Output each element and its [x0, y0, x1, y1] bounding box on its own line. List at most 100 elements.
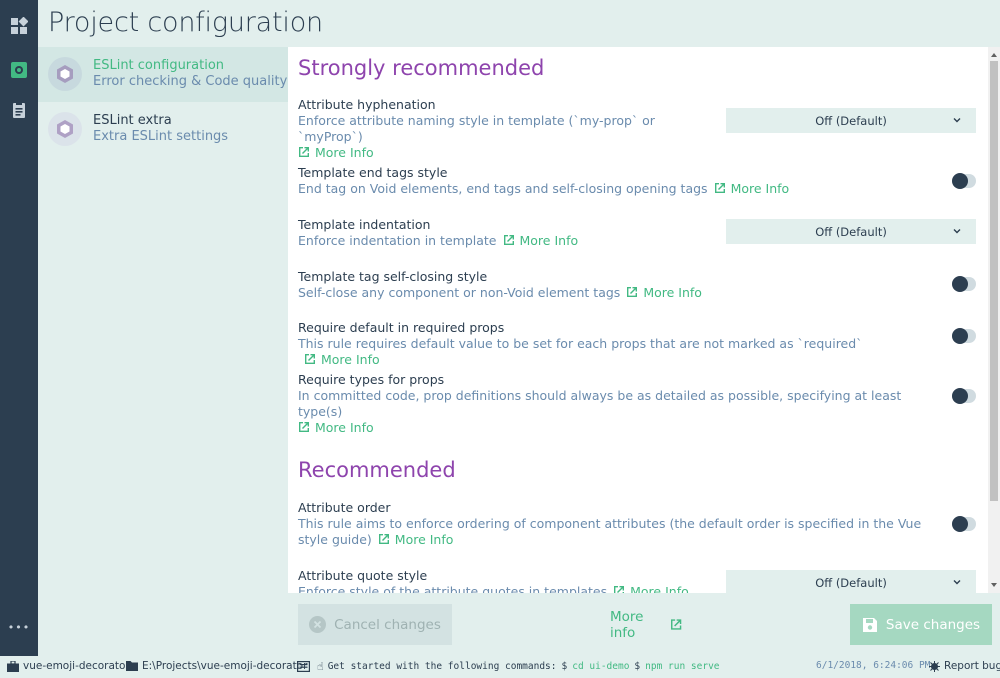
sidebar-item-title: ESLint extra — [93, 113, 172, 128]
chevron-down-icon — [953, 229, 961, 234]
rule-description: In committed code, prop definitions shou… — [298, 388, 902, 419]
section-title: Recommended — [298, 458, 456, 482]
rule-require-prop-types: Require types for props In committed cod… — [298, 372, 978, 436]
page-header: Project configuration — [38, 0, 1000, 47]
project-name: vue-emoji-decorator — [23, 660, 130, 672]
more-info-link[interactable]: More Info — [607, 584, 689, 593]
more-info-link[interactable]: More Info — [298, 420, 374, 435]
rule-toggle[interactable] — [952, 328, 976, 344]
rule-toggle[interactable] — [952, 388, 976, 404]
sidebar-item-eslint-extra[interactable]: ESLint extra Extra ESLint settings — [38, 102, 288, 157]
more-info-label: More Info — [730, 181, 790, 196]
console-icon — [297, 661, 310, 672]
nav-dashboard[interactable] — [0, 6, 38, 46]
more-info-link[interactable]: More Info — [298, 352, 380, 367]
select-value: Off (Default) — [815, 224, 887, 239]
cancel-label: Cancel changes — [334, 616, 441, 633]
external-link-icon — [299, 147, 309, 157]
external-link-icon — [614, 586, 625, 593]
briefcase-icon — [7, 660, 19, 672]
log-hint: Get started with the following commands: — [327, 661, 557, 672]
more-info-label: More Info — [630, 584, 689, 593]
log-command: npm run serve — [645, 661, 720, 672]
eslint-icon — [48, 112, 82, 146]
page-title: Project configuration — [48, 7, 323, 38]
content-scrollbar[interactable] — [988, 47, 1000, 593]
rule-select[interactable]: Off (Default) — [726, 219, 976, 244]
rule-description: This rule requires default value to be s… — [298, 336, 863, 351]
log-prompt: $ — [561, 661, 568, 672]
left-nav: ••• — [0, 0, 38, 656]
log-command: cd ui-demo — [572, 661, 630, 672]
status-log[interactable]: ☝ Get started with the following command… — [297, 660, 720, 673]
external-link-icon — [378, 534, 389, 544]
rule-description: Enforce attribute naming style in templa… — [298, 113, 655, 144]
rule-attribute-order: Attribute order This rule aims to enforc… — [298, 500, 978, 548]
log-emoji-icon: ☝ — [317, 660, 324, 673]
status-path[interactable]: E:\Projects\vue-emoji-decorator — [126, 660, 307, 672]
folder-icon — [126, 661, 138, 671]
rule-toggle[interactable] — [952, 276, 976, 292]
more-info-link[interactable]: More Info — [708, 181, 790, 196]
project-path: E:\Projects\vue-emoji-decorator — [142, 660, 308, 672]
external-link-icon — [627, 287, 638, 297]
external-link-icon — [305, 354, 315, 364]
status-project[interactable]: vue-emoji-decorator — [7, 660, 130, 672]
scroll-up-arrow[interactable] — [991, 53, 997, 57]
sidebar-item-subtitle: Extra ESLint settings — [93, 129, 229, 144]
toggle-knob — [952, 328, 968, 344]
clipboard-icon — [13, 102, 25, 118]
cancel-changes-button[interactable]: Cancel changes — [298, 604, 452, 645]
rule-select[interactable]: Off (Default) — [726, 108, 976, 133]
more-info-label: More info — [610, 608, 644, 641]
status-bar: vue-emoji-decorator E:\Projects\vue-emoj… — [0, 656, 1000, 678]
rule-name: Template tag self-closing style — [298, 269, 488, 284]
more-menu-button[interactable]: ••• — [0, 607, 38, 647]
log-prompt: $ — [634, 661, 641, 672]
rule-name: Require types for props — [298, 372, 445, 387]
save-changes-button[interactable]: Save changes — [850, 604, 992, 645]
rule-select[interactable]: Off (Default) — [726, 570, 976, 593]
scrollbar-thumb[interactable] — [990, 61, 998, 501]
toggle-knob — [952, 173, 968, 189]
external-link-icon — [714, 183, 725, 193]
rule-toggle[interactable] — [952, 516, 976, 532]
sidebar-item-subtitle: Error checking & Code quality — [93, 74, 288, 89]
more-info-link[interactable]: More Info — [620, 285, 702, 300]
report-bug-label: Report bug — [944, 660, 1000, 672]
more-info-label: More Info — [315, 420, 374, 435]
nav-configuration[interactable] — [0, 90, 38, 130]
config-sidebar: ESLint configuration Error checking & Co… — [38, 47, 288, 656]
scroll-down-arrow[interactable] — [991, 583, 997, 587]
rule-description: Enforce style of the attribute quotes in… — [298, 584, 608, 593]
sidebar-item-eslint-configuration[interactable]: ESLint configuration Error checking & Co… — [38, 47, 288, 102]
more-info-button[interactable]: More info — [610, 604, 690, 645]
external-link-icon — [299, 422, 309, 432]
rule-name: Attribute order — [298, 500, 391, 515]
chevron-down-icon — [953, 118, 961, 123]
more-info-label: More Info — [321, 352, 380, 367]
status-time: 6/1/2018, 6:24:06 PM — [816, 660, 931, 671]
toggle-knob — [952, 388, 968, 404]
rule-require-default-prop: Require default in required props This r… — [298, 320, 978, 368]
cancel-icon — [309, 616, 327, 633]
more-info-label: More Info — [394, 532, 454, 547]
rule-description: Self-close any component or non-Void ele… — [298, 285, 621, 300]
rule-name: Require default in required props — [298, 320, 505, 335]
dashboard-icon — [11, 17, 28, 34]
more-info-label: More Info — [519, 233, 579, 248]
section-title: Strongly recommended — [298, 56, 545, 80]
select-value: Off (Default) — [815, 575, 887, 590]
sidebar-item-title: ESLint configuration — [93, 58, 225, 73]
more-info-link[interactable]: More Info — [298, 145, 374, 160]
more-info-link[interactable]: More Info — [497, 233, 579, 248]
plugin-icon — [11, 62, 27, 78]
more-info-label: More Info — [643, 285, 702, 300]
more-info-link[interactable]: More Info — [372, 532, 454, 547]
report-bug-button[interactable]: Report bug — [929, 660, 1000, 672]
eslint-icon — [48, 57, 82, 91]
nav-plugins[interactable] — [0, 50, 38, 90]
rule-toggle[interactable] — [952, 173, 976, 189]
save-icon — [862, 617, 877, 632]
rules-panel[interactable]: Strongly recommended Attribute hyphenati… — [288, 47, 988, 593]
